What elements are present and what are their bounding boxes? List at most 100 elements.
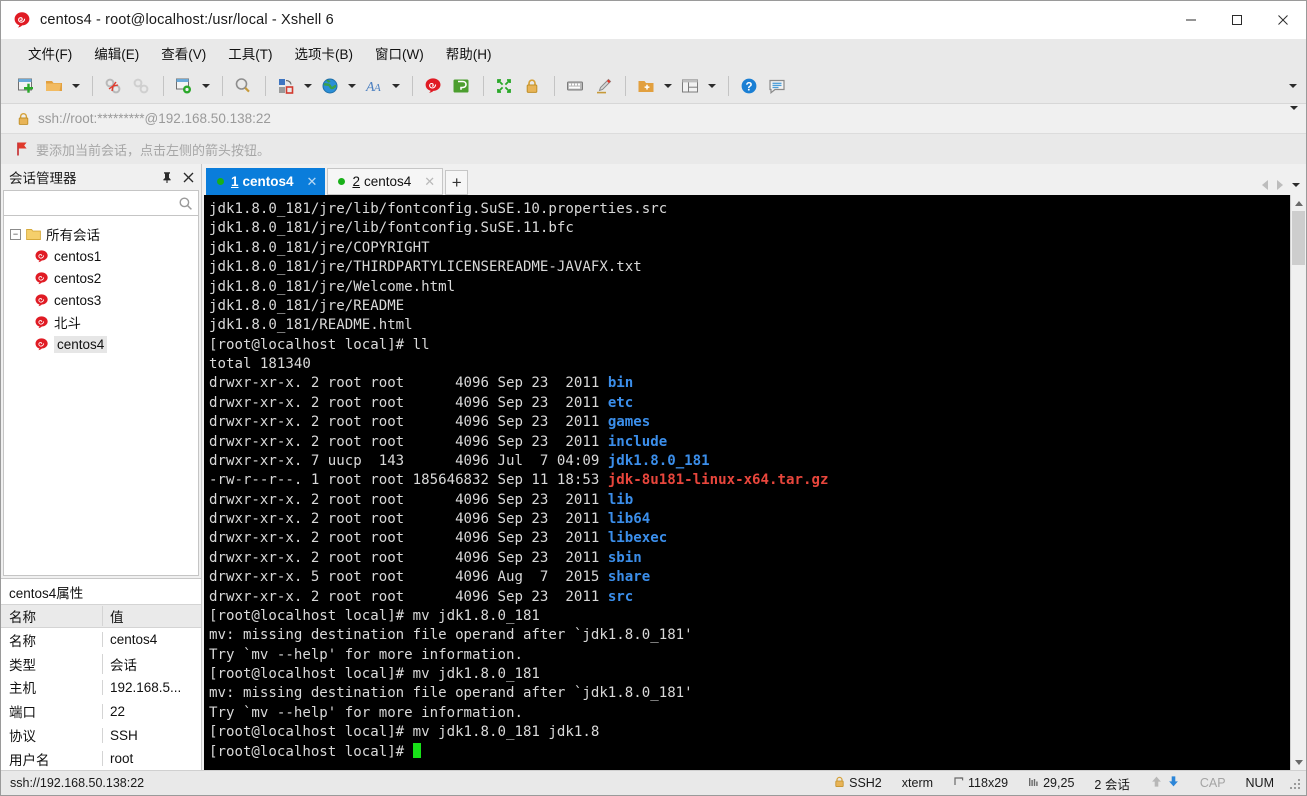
- session-item-centos4[interactable]: centos4: [4, 333, 198, 355]
- xshell-session-icon: [33, 249, 50, 264]
- disconnect-icon[interactable]: [100, 73, 126, 99]
- terminal-scrollbar[interactable]: [1290, 195, 1306, 770]
- globe-icon[interactable]: [317, 73, 343, 99]
- find-icon[interactable]: [230, 73, 256, 99]
- new-tab-button[interactable]: +: [445, 170, 469, 195]
- menu-view[interactable]: 查看(V): [150, 40, 217, 66]
- tab-close-icon[interactable]: ✕: [424, 174, 435, 190]
- cursor-pos-icon: [1028, 776, 1039, 791]
- toolbar-separator: [92, 75, 93, 96]
- layout-dropdown-icon[interactable]: [705, 73, 718, 99]
- close-icon[interactable]: [181, 170, 195, 184]
- new-session-icon[interactable]: [13, 73, 39, 99]
- terminal-line: jdk1.8.0_181/jre/COPYRIGHT: [209, 239, 1289, 258]
- terminal-text: jdk1.8.0_181/jre/COPYRIGHT: [209, 239, 430, 256]
- terminal-line: jdk1.8.0_181/README.html: [209, 316, 1289, 335]
- address-bar[interactable]: ssh://root:*********@192.168.50.138:22: [1, 104, 1306, 134]
- tab-list-chevron-down-icon[interactable]: [1292, 183, 1300, 187]
- menu-tools[interactable]: 工具(T): [217, 40, 283, 66]
- toolbar-overflow-chevron-down-icon[interactable]: [1286, 79, 1300, 93]
- tab-navigation: [1262, 180, 1300, 190]
- status-connection-url: ssh://192.168.50.138:22: [10, 776, 145, 790]
- transfer-file-dropdown-icon[interactable]: [301, 73, 314, 99]
- close-button[interactable]: [1260, 1, 1306, 39]
- reconnect-icon[interactable]: [128, 73, 154, 99]
- new-folder-dropdown-icon[interactable]: [661, 73, 674, 99]
- xshell-window: centos4 - root@localhost:/usr/local - Xs…: [0, 0, 1307, 796]
- menu-edit[interactable]: 编辑(E): [83, 40, 150, 66]
- pin-icon[interactable]: [160, 170, 174, 184]
- tab-number: 1: [231, 174, 239, 189]
- open-folder-dropdown-icon[interactable]: [69, 73, 82, 99]
- status-right-group: SSH2 xterm 118x29 29,25 2 会话 CAP NUM: [824, 774, 1306, 793]
- menu-file[interactable]: 文件(F): [17, 40, 83, 66]
- scroll-down-arrow-icon[interactable]: [1291, 754, 1306, 770]
- search-icon[interactable]: [178, 196, 193, 211]
- new-folder-icon[interactable]: [633, 73, 659, 99]
- chevron-left-icon[interactable]: [1262, 180, 1268, 190]
- tree-expander-icon[interactable]: −: [10, 228, 21, 240]
- tab-2-centos4[interactable]: 2 centos4 ✕: [327, 168, 444, 195]
- maximize-button[interactable]: [1214, 1, 1260, 39]
- font-dropdown-icon[interactable]: [389, 73, 402, 99]
- session-label-selected: centos4: [54, 335, 108, 353]
- lock-icon: [17, 112, 30, 126]
- session-properties-icon[interactable]: [171, 73, 197, 99]
- folder-icon: [25, 228, 42, 241]
- highlight-icon[interactable]: [590, 73, 616, 99]
- open-folder-icon[interactable]: [41, 73, 67, 99]
- terminal-line: drwxr-xr-x. 2 root root 4096 Sep 23 2011…: [209, 433, 1289, 452]
- globe-dropdown-icon[interactable]: [345, 73, 358, 99]
- chevron-right-icon[interactable]: [1277, 180, 1283, 190]
- layout-icon[interactable]: [677, 73, 703, 99]
- fullscreen-icon[interactable]: [491, 73, 517, 99]
- scrollbar-thumb[interactable]: [1292, 211, 1305, 265]
- terminal-text: src: [607, 588, 634, 605]
- session-properties-dropdown-icon[interactable]: [199, 73, 212, 99]
- resize-grip-icon[interactable]: [1288, 777, 1300, 789]
- toolbar-separator: [222, 75, 223, 96]
- svg-text:A: A: [373, 82, 381, 94]
- minimize-button[interactable]: [1168, 1, 1214, 39]
- scroll-up-arrow-icon[interactable]: [1291, 195, 1306, 211]
- font-icon[interactable]: A A: [361, 73, 387, 99]
- lock-icon[interactable]: [519, 73, 545, 99]
- address-url: ssh://root:*********@192.168.50.138:22: [38, 111, 271, 126]
- session-item-centos3[interactable]: centos3: [4, 289, 198, 311]
- terminal-line: [root@localhost local]# mv jdk1.8.0_181: [209, 607, 1289, 626]
- terminal-text: total 181340: [209, 356, 311, 372]
- tree-root-all-sessions[interactable]: − 所有会话: [4, 223, 198, 245]
- properties-row: 用户名 root: [1, 747, 201, 771]
- menu-help[interactable]: 帮助(H): [435, 40, 503, 66]
- help-icon[interactable]: ?: [736, 73, 762, 99]
- keyboard-icon[interactable]: [562, 73, 588, 99]
- tab-close-icon[interactable]: ✕: [307, 174, 318, 190]
- scrollbar-track[interactable]: [1291, 211, 1306, 754]
- property-value: root: [102, 751, 201, 767]
- address-chevron-down-icon[interactable]: [1290, 105, 1298, 128]
- tab-1-centos4[interactable]: 1 centos4 ✕: [206, 168, 326, 195]
- terminal-line: [root@localhost local]# ll: [209, 336, 1289, 355]
- terminal-text: [root@localhost local]# mv jdk1.8.0_181: [209, 666, 540, 682]
- comment-icon[interactable]: [764, 73, 790, 99]
- properties-header-row: 名称 值: [1, 605, 201, 628]
- property-name: 端口: [9, 705, 36, 721]
- session-item-beidou[interactable]: 北斗: [4, 311, 198, 333]
- session-tree[interactable]: − 所有会话 centos1 centos2 centos3 北斗 centos…: [3, 216, 199, 576]
- terminal-text: drwxr-xr-x. 2 root root 4096 Sep 23 2011: [209, 491, 608, 508]
- terminal-output[interactable]: jdk1.8.0_181/jre/lib/fontconfig.SuSE.10.…: [204, 195, 1290, 770]
- menu-window[interactable]: 窗口(W): [364, 40, 435, 66]
- properties-row: 协议 SSH: [1, 723, 201, 747]
- status-session-count: 2 会话: [1094, 777, 1130, 792]
- session-search-box[interactable]: [3, 190, 199, 216]
- arrow-up-icon: [1150, 775, 1163, 791]
- menu-tabs[interactable]: 选项卡(B): [284, 40, 365, 66]
- xftp-icon[interactable]: [448, 73, 474, 99]
- terminal-line: total 181340: [209, 355, 1289, 374]
- tab-strip: 1 centos4 ✕ 2 centos4 ✕ +: [202, 164, 1306, 195]
- xshell-icon[interactable]: [420, 73, 446, 99]
- session-item-centos2[interactable]: centos2: [4, 267, 198, 289]
- search-input[interactable]: [9, 194, 178, 212]
- session-item-centos1[interactable]: centos1: [4, 245, 198, 267]
- transfer-file-icon[interactable]: [273, 73, 299, 99]
